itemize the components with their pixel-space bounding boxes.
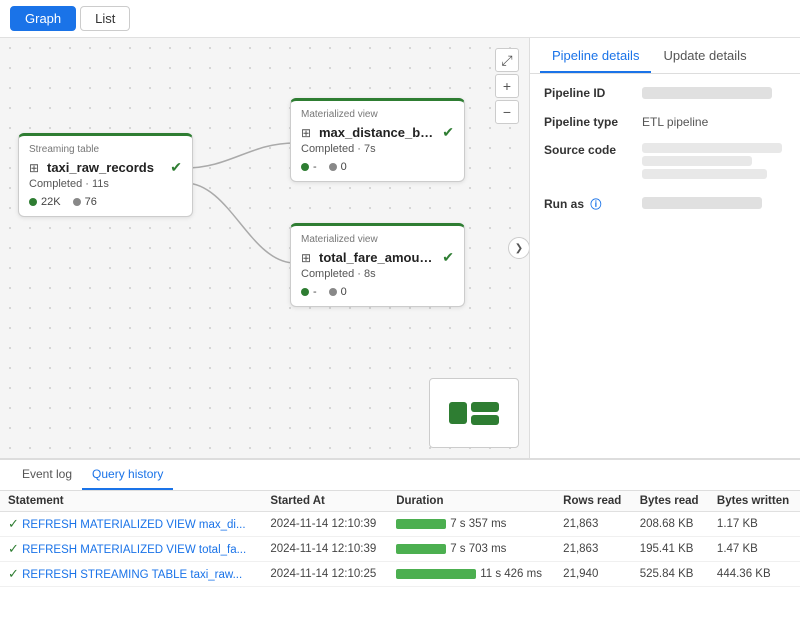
zoom-controls: ⤢ + − xyxy=(495,48,519,124)
dot-gray-2 xyxy=(329,163,337,171)
panel-label-pipeline-type: Pipeline type xyxy=(544,115,634,129)
graph-tab-btn[interactable]: Graph xyxy=(10,6,76,31)
node-status-1: Completed · 11s xyxy=(29,178,182,190)
node-name-1: taxi_raw_records xyxy=(47,160,166,175)
node-name-2: max_distance_by_... xyxy=(319,125,438,140)
node-icon-2: ⊞ xyxy=(301,126,315,140)
node-check-1: ✔ xyxy=(170,159,182,176)
cell-status-1: ✓ REFRESH MATERIALIZED VIEW total_fa... xyxy=(0,537,262,562)
right-panel: Pipeline details Update details Pipeline… xyxy=(530,38,800,458)
panel-body: Pipeline ID Pipeline type ETL pipeline S… xyxy=(530,74,800,238)
status-icon-0: ✓ xyxy=(8,516,19,531)
panel-tab-update[interactable]: Update details xyxy=(651,38,758,73)
bottom-tabs: Event log Query history xyxy=(0,460,800,491)
duration-bar-1 xyxy=(396,544,446,554)
zoom-plus-btn[interactable]: + xyxy=(495,74,519,98)
run-as-info-icon: ⓘ xyxy=(590,199,601,211)
cell-rows-2: 21,940 xyxy=(555,562,632,587)
node-icon-3: ⊞ xyxy=(301,251,315,265)
list-tab-btn[interactable]: List xyxy=(80,6,130,31)
node-streaming-table[interactable]: Streaming table ⊞ taxi_raw_records ✔ Com… xyxy=(18,133,193,217)
panel-value-pipeline-id xyxy=(642,86,786,101)
collapse-panel-btn[interactable]: ❯ xyxy=(508,237,530,259)
node-name-3: total_fare_amount... xyxy=(319,250,438,265)
panel-row-pipeline-id: Pipeline ID xyxy=(544,86,786,101)
dot-green-1 xyxy=(29,198,37,206)
cell-duration-0: 7 s 357 ms xyxy=(388,512,555,537)
node-type-label-1: Streaming table xyxy=(29,144,182,155)
table-row[interactable]: ✓ REFRESH MATERIALIZED VIEW max_di... 20… xyxy=(0,512,800,537)
cell-bytes-written-1: 1.47 KB xyxy=(709,537,800,562)
cell-duration-2: 11 s 426 ms xyxy=(388,562,555,587)
panel-row-pipeline-type: Pipeline type ETL pipeline xyxy=(544,115,786,129)
col-header-bytes-written: Bytes written xyxy=(709,491,800,512)
panel-value-run-as xyxy=(642,196,786,212)
panel-label-run-as: Run as ⓘ xyxy=(544,196,634,212)
zoom-minus-btn[interactable]: − xyxy=(495,100,519,124)
table-row[interactable]: ✓ REFRESH STREAMING TABLE taxi_raw... 20… xyxy=(0,562,800,587)
col-header-rows: Rows read xyxy=(555,491,632,512)
table-row[interactable]: ✓ REFRESH MATERIALIZED VIEW total_fa... … xyxy=(0,537,800,562)
zoom-expand-btn[interactable]: ⤢ xyxy=(495,48,519,72)
status-icon-1: ✓ xyxy=(8,541,19,556)
node-check-2: ✔ xyxy=(442,124,454,141)
node-mat-view-1[interactable]: Materialized view ⊞ max_distance_by_... … xyxy=(290,98,465,182)
stmt-link-0[interactable]: REFRESH MATERIALIZED VIEW max_di... xyxy=(22,519,245,531)
cell-bytes-read-0: 208.68 KB xyxy=(632,512,709,537)
main-layout: Streaming table ⊞ taxi_raw_records ✔ Com… xyxy=(0,38,800,458)
dot-gray-3 xyxy=(329,288,337,296)
query-history-table: Statement Started At Duration Rows read … xyxy=(0,491,800,587)
node-type-label-3: Materialized view xyxy=(301,234,454,245)
node-metrics-2: - 0 xyxy=(301,161,454,173)
col-header-statement: Statement xyxy=(0,491,262,512)
stmt-link-2[interactable]: REFRESH STREAMING TABLE taxi_raw... xyxy=(22,569,242,581)
top-bar: Graph List xyxy=(0,0,800,38)
stmt-link-1[interactable]: REFRESH MATERIALIZED VIEW total_fa... xyxy=(22,544,246,556)
node-metrics-3: - 0 xyxy=(301,286,454,298)
cell-bytes-written-0: 1.17 KB xyxy=(709,512,800,537)
panel-row-source-code: Source code xyxy=(544,143,786,182)
cell-started-2: 2024-11-14 12:10:25 xyxy=(262,562,388,587)
node-icon-1: ⊞ xyxy=(29,161,43,175)
duration-bar-0 xyxy=(396,519,446,529)
cell-bytes-written-2: 444.36 KB xyxy=(709,562,800,587)
dot-gray-1 xyxy=(73,198,81,206)
mini-map xyxy=(429,378,519,448)
panel-value-source-code xyxy=(642,143,786,182)
bottom-section: Event log Query history Statement Starte… xyxy=(0,458,800,618)
dot-green-3 xyxy=(301,288,309,296)
status-icon-2: ✓ xyxy=(8,566,19,581)
panel-tab-pipeline[interactable]: Pipeline details xyxy=(540,38,651,73)
panel-value-pipeline-type: ETL pipeline xyxy=(642,115,786,129)
bottom-tab-query-history[interactable]: Query history xyxy=(82,460,173,490)
col-header-bytes-read: Bytes read xyxy=(632,491,709,512)
cell-started-1: 2024-11-14 12:10:39 xyxy=(262,537,388,562)
node-check-3: ✔ xyxy=(442,249,454,266)
panel-label-pipeline-id: Pipeline ID xyxy=(544,86,634,101)
col-header-duration: Duration xyxy=(388,491,555,512)
panel-row-run-as: Run as ⓘ xyxy=(544,196,786,212)
bottom-tab-event-log[interactable]: Event log xyxy=(12,460,82,490)
bottom-table-wrap: Statement Started At Duration Rows read … xyxy=(0,491,800,601)
node-status-3: Completed · 8s xyxy=(301,268,454,280)
panel-tabs: Pipeline details Update details xyxy=(530,38,800,74)
col-header-started: Started At xyxy=(262,491,388,512)
cell-bytes-read-1: 195.41 KB xyxy=(632,537,709,562)
cell-bytes-read-2: 525.84 KB xyxy=(632,562,709,587)
cell-started-0: 2024-11-14 12:10:39 xyxy=(262,512,388,537)
panel-label-source-code: Source code xyxy=(544,143,634,182)
cell-status-2: ✓ REFRESH STREAMING TABLE taxi_raw... xyxy=(0,562,262,587)
cell-status-0: ✓ REFRESH MATERIALIZED VIEW max_di... xyxy=(0,512,262,537)
cell-rows-1: 21,863 xyxy=(555,537,632,562)
dot-green-2 xyxy=(301,163,309,171)
graph-area[interactable]: Streaming table ⊞ taxi_raw_records ✔ Com… xyxy=(0,38,530,458)
node-metrics-1: 22K 76 xyxy=(29,196,182,208)
cell-duration-1: 7 s 703 ms xyxy=(388,537,555,562)
node-type-label-2: Materialized view xyxy=(301,109,454,120)
node-status-2: Completed · 7s xyxy=(301,143,454,155)
node-mat-view-2[interactable]: Materialized view ⊞ total_fare_amount...… xyxy=(290,223,465,307)
duration-bar-2 xyxy=(396,569,476,579)
cell-rows-0: 21,863 xyxy=(555,512,632,537)
